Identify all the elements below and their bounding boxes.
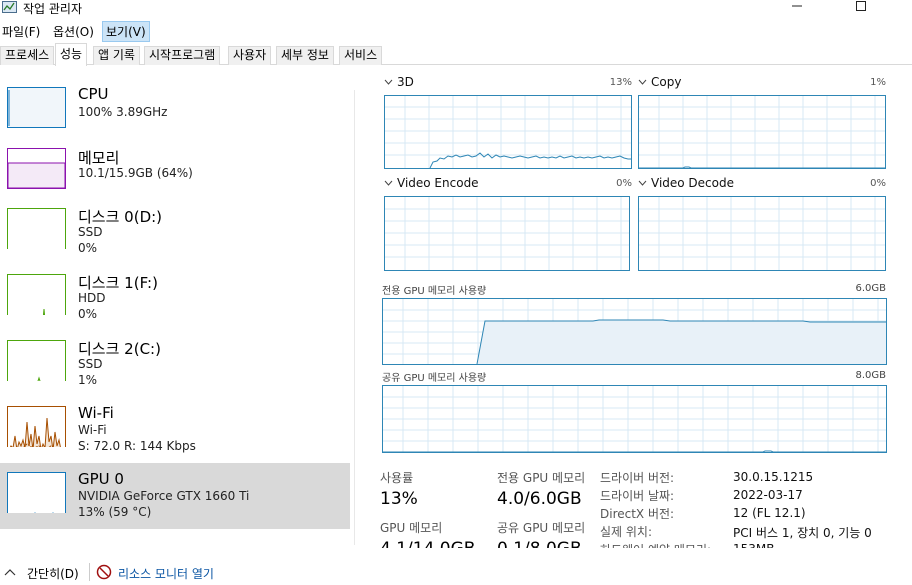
sidebar-item-disk0[interactable]: 디스크 0(D:) SSD 0%	[0, 201, 350, 267]
sidebar-line2: 1%	[78, 373, 98, 387]
sidebar-line1: 10.1/15.9GB (64%)	[78, 166, 193, 180]
minimize-icon	[792, 5, 802, 7]
sidebar-line1: HDD	[78, 291, 106, 305]
chevron-down-icon[interactable]	[384, 78, 394, 86]
dedicated-memory-stat-value: 4.0/6.0GB	[497, 489, 582, 509]
graph-3d	[384, 95, 632, 169]
maximize-button[interactable]	[838, 0, 884, 16]
shared-memory-label: 공유 GPU 메모리 사용량	[382, 373, 487, 384]
sidebar-line1: SSD	[78, 357, 103, 371]
chevron-down-icon[interactable]	[638, 78, 648, 86]
physical-location-label: 실제 위치:	[600, 525, 653, 539]
sidebar-line2: 0%	[78, 307, 98, 321]
utilization-value: 13%	[380, 489, 418, 509]
tab-performance[interactable]: 성능	[55, 43, 88, 66]
sidebar-item-memory[interactable]: 메모리 10.1/15.9GB (64%)	[0, 141, 350, 207]
engine-label-copy[interactable]: Copy	[651, 75, 681, 89]
directx-version-label: DirectX 버전:	[600, 507, 675, 521]
sidebar-line1: 100% 3.89GHz	[78, 105, 168, 119]
cpu-thumbnail	[7, 87, 66, 128]
sidebar-title: 메모리	[78, 149, 120, 167]
sidebar-line2: 0%	[78, 241, 98, 255]
footer-divider	[89, 563, 90, 581]
engine-label-video-decode[interactable]: Video Decode	[651, 176, 734, 190]
graph-dedicated-memory	[382, 298, 887, 365]
driver-version-label: 드라이버 버전:	[600, 471, 675, 485]
sidebar-line2: S: 72.0 R: 144 Kbps	[78, 439, 196, 453]
driver-version-value: 30.0.15.1215	[733, 470, 814, 484]
content-clip	[355, 548, 912, 560]
graph-video-encode	[384, 196, 630, 271]
physical-location-value: PCI 버스 1, 장치 0, 기능 0	[733, 526, 872, 540]
graph-copy	[638, 95, 886, 169]
sidebar-item-wifi[interactable]: Wi-Fi Wi-Fi S: 72.0 R: 144 Kbps	[0, 399, 350, 465]
sidebar-title: GPU 0	[78, 470, 124, 488]
footer-bar: 간단히(D) 리소스 모니터 열기	[0, 560, 912, 585]
chevron-down-icon[interactable]	[384, 179, 394, 187]
wifi-thumbnail	[7, 406, 66, 447]
memory-thumbnail	[7, 148, 66, 189]
disk2-thumbnail	[7, 340, 66, 381]
engine-pct-copy: 1%	[870, 77, 886, 88]
utilization-label: 사용률	[380, 471, 414, 485]
tab-processes[interactable]: 프로세스	[0, 46, 55, 65]
tab-app-history[interactable]: 앱 기록	[93, 46, 140, 65]
gpu0-thumbnail	[7, 472, 66, 513]
engine-pct-video-encode: 0%	[616, 178, 632, 189]
sidebar-line1: NVIDIA GeForce GTX 1660 Ti	[78, 489, 250, 503]
engine-label-3d[interactable]: 3D	[397, 75, 414, 89]
menu-file[interactable]: 파일(F)	[0, 22, 42, 41]
sidebar-line1: Wi-Fi	[78, 423, 107, 437]
task-manager-window: 작업 관리자 파일(F) 옵션(O) 보기(V) 프로세스 성능 앱 기록 시작…	[0, 0, 912, 585]
graph-shared-memory	[382, 385, 887, 453]
window-title: 작업 관리자	[23, 2, 83, 16]
menu-bar: 파일(F) 옵션(O) 보기(V)	[0, 21, 912, 42]
menu-options[interactable]: 옵션(O)	[51, 22, 96, 41]
tab-startup[interactable]: 시작프로그램	[144, 46, 221, 65]
dedicated-memory-label: 전용 GPU 메모리 사용량	[382, 286, 487, 297]
dedicated-memory-max: 6.0GB	[855, 283, 886, 294]
fewer-details-link[interactable]: 간단히(D)	[27, 565, 79, 582]
chevron-down-icon[interactable]	[638, 179, 648, 187]
dedicated-memory-stat-label: 전용 GPU 메모리	[497, 471, 586, 485]
sidebar-line2: 13% (59 °C)	[78, 505, 152, 519]
engine-pct-video-decode: 0%	[870, 178, 886, 189]
sidebar-title: CPU	[78, 85, 109, 103]
disk0-thumbnail	[7, 208, 66, 249]
sidebar-title: Wi-Fi	[78, 404, 114, 422]
resource-monitor-link[interactable]: 리소스 모니터 열기	[118, 565, 214, 582]
driver-date-label: 드라이버 날짜:	[600, 489, 675, 503]
sidebar-divider	[354, 90, 355, 545]
chevron-up-icon[interactable]	[4, 567, 16, 577]
shared-memory-stat-label: 공유 GPU 메모리	[497, 521, 586, 535]
sidebar-item-cpu[interactable]: CPU 100% 3.89GHz	[0, 81, 350, 147]
tab-services[interactable]: 서비스	[339, 46, 383, 65]
tab-bar: 프로세스 성능 앱 기록 시작프로그램 사용자 세부 정보 서비스	[0, 43, 912, 66]
resource-monitor-icon	[96, 564, 112, 580]
sidebar-line1: SSD	[78, 225, 103, 239]
task-manager-icon	[2, 1, 17, 13]
engine-label-video-encode[interactable]: Video Encode	[397, 176, 479, 190]
graph-video-decode	[638, 196, 886, 271]
gpu-memory-stat-label: GPU 메모리	[380, 521, 443, 535]
sidebar-title: 디스크 2(C:)	[78, 340, 161, 358]
engine-pct-3d: 13%	[609, 77, 632, 88]
menu-view[interactable]: 보기(V)	[102, 21, 150, 42]
tab-users[interactable]: 사용자	[228, 46, 272, 65]
sidebar-item-disk2[interactable]: 디스크 2(C:) SSD 1%	[0, 333, 350, 399]
driver-date-value: 2022-03-17	[733, 488, 803, 502]
sidebar-title: 디스크 0(D:)	[78, 208, 163, 226]
directx-version-value: 12 (FL 12.1)	[733, 506, 806, 520]
sidebar-item-gpu0[interactable]: GPU 0 NVIDIA GeForce GTX 1660 Ti 13% (59…	[0, 463, 350, 529]
maximize-icon	[856, 1, 866, 11]
disk1-thumbnail	[7, 274, 66, 315]
tab-details[interactable]: 세부 정보	[276, 46, 334, 65]
sidebar-item-disk1[interactable]: 디스크 1(F:) HDD 0%	[0, 267, 350, 333]
shared-memory-max: 8.0GB	[855, 370, 886, 381]
title-bar: 작업 관리자	[0, 0, 912, 20]
sidebar-title: 디스크 1(F:)	[78, 274, 158, 292]
minimize-button[interactable]	[774, 0, 820, 16]
